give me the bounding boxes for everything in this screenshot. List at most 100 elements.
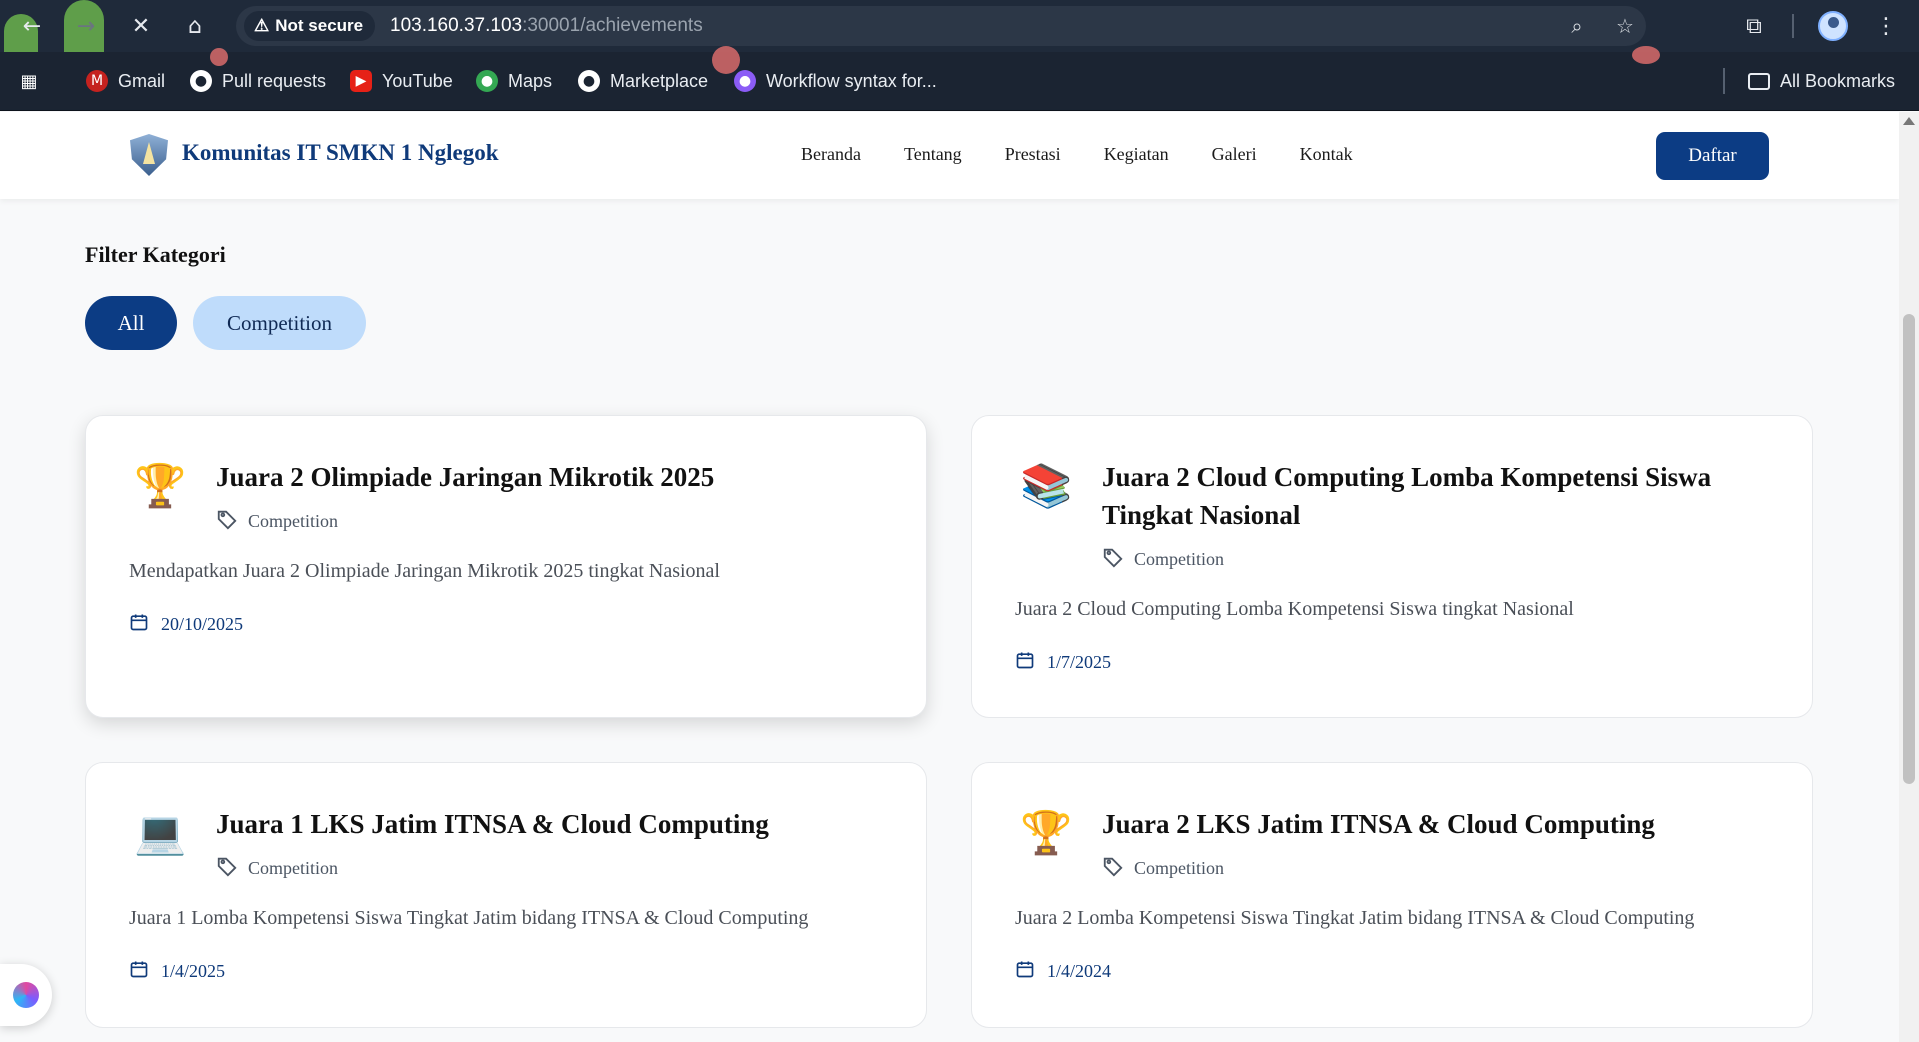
extensions-icon[interactable]: ⧉ bbox=[1738, 10, 1770, 42]
daftar-button[interactable]: Daftar bbox=[1656, 132, 1769, 180]
bookmark-label: Maps bbox=[508, 70, 553, 91]
browser-toolbar: ← → ✕ ⌂ ⚠ Not secure 103.160.37.103:3000… bbox=[0, 0, 1919, 90]
gmail-icon: M bbox=[86, 70, 108, 92]
github-icon: ● bbox=[734, 70, 756, 92]
bookmark-label: Pull requests bbox=[222, 70, 327, 91]
achievement-category: Competition bbox=[216, 508, 338, 535]
bookmark-label: Gmail bbox=[118, 70, 166, 91]
url-text[interactable]: 103.160.37.103:30001/achievements bbox=[390, 6, 703, 46]
bookmarks-divider bbox=[1723, 68, 1725, 94]
achievement-description: Juara 2 Lomba Kompetensi Siswa Tingkat J… bbox=[1015, 907, 1695, 929]
brand-name[interactable]: Komunitas IT SMKN 1 Nglegok bbox=[182, 140, 499, 166]
achievement-title: Juara 2 LKS Jatim ITNSA & Cloud Computin… bbox=[1102, 809, 1655, 839]
scrollbar-thumb[interactable] bbox=[1903, 314, 1915, 784]
url-host: 103.160.37.103 bbox=[390, 15, 523, 36]
nav-galeri[interactable]: Galeri bbox=[1212, 144, 1257, 165]
all-bookmarks-label: All Bookmarks bbox=[1780, 70, 1896, 91]
all-bookmarks-button[interactable]: All Bookmarks bbox=[1748, 66, 1895, 96]
calendar-icon bbox=[1015, 959, 1035, 984]
theme-decoration bbox=[210, 48, 228, 66]
zoom-icon[interactable]: ⌕ bbox=[1562, 11, 1592, 41]
laptop-icon: 💻 bbox=[134, 808, 187, 857]
calendar-icon bbox=[129, 612, 149, 637]
bookmark-youtube[interactable]: ▶ YouTube bbox=[350, 66, 453, 96]
youtube-icon: ▶ bbox=[350, 70, 372, 92]
achievement-date: 1/4/2024 bbox=[1015, 959, 1111, 984]
assistant-extension-button[interactable] bbox=[0, 964, 52, 1026]
date-label: 1/7/2025 bbox=[1047, 652, 1112, 672]
bookmark-star-icon[interactable]: ☆ bbox=[1610, 11, 1640, 41]
bookmark-label: Workflow syntax for... bbox=[766, 70, 937, 91]
achievement-description: Mendapatkan Juara 2 Olimpiade Jaringan M… bbox=[129, 560, 720, 582]
nav-beranda[interactable]: Beranda bbox=[801, 144, 861, 165]
bookmark-label: YouTube bbox=[382, 70, 453, 91]
achievement-date: 1/4/2025 bbox=[129, 959, 225, 984]
date-label: 1/4/2025 bbox=[161, 961, 226, 981]
achievement-card[interactable]: 🏆 Juara 2 Olimpiade Jaringan Mikrotik 20… bbox=[85, 415, 927, 718]
achievement-date: 1/7/2025 bbox=[1015, 650, 1111, 675]
filter-chip-all[interactable]: All bbox=[85, 296, 177, 350]
warning-icon: ⚠ bbox=[254, 16, 270, 35]
trophy-icon: 🏆 bbox=[134, 461, 187, 510]
achievement-date: 20/10/2025 bbox=[129, 612, 243, 637]
address-bar[interactable]: ⚠ Not secure 103.160.37.103:30001/achiev… bbox=[236, 6, 1646, 46]
brain-icon bbox=[13, 982, 39, 1008]
bookmark-label: Marketplace bbox=[610, 70, 709, 91]
tag-icon bbox=[216, 855, 238, 882]
filter-title: Filter Kategori bbox=[85, 242, 226, 267]
forward-button[interactable]: → bbox=[70, 10, 102, 42]
achievement-title: Juara 1 LKS Jatim ITNSA & Cloud Computin… bbox=[216, 809, 769, 839]
achievement-title: Juara 2 Olimpiade Jaringan Mikrotik 2025 bbox=[216, 462, 715, 492]
nav-kegiatan[interactable]: Kegiatan bbox=[1104, 144, 1169, 165]
date-label: 1/4/2024 bbox=[1047, 961, 1112, 981]
folder-icon bbox=[1748, 72, 1770, 90]
category-label: Competition bbox=[1134, 549, 1224, 569]
filter-chip-competition[interactable]: Competition bbox=[193, 296, 366, 350]
books-icon: 📚 bbox=[1020, 461, 1073, 510]
nav-prestasi[interactable]: Prestasi bbox=[1005, 144, 1061, 165]
achievement-category: Competition bbox=[1102, 546, 1224, 573]
apps-icon[interactable]: ▦ bbox=[18, 66, 40, 96]
achievement-card[interactable]: 📚 Juara 2 Cloud Computing Lomba Kompeten… bbox=[971, 415, 1813, 718]
profile-avatar[interactable] bbox=[1818, 11, 1848, 41]
tag-icon bbox=[1102, 855, 1124, 882]
bookmark-marketplace[interactable]: ● Marketplace bbox=[578, 66, 708, 96]
nav-kontak[interactable]: Kontak bbox=[1300, 144, 1353, 165]
tag-icon bbox=[1102, 546, 1124, 573]
category-label: Competition bbox=[1134, 858, 1224, 878]
tag-icon bbox=[216, 508, 238, 535]
github-icon: ● bbox=[190, 70, 212, 92]
category-label: Competition bbox=[248, 511, 338, 531]
security-label: Not secure bbox=[275, 16, 364, 35]
github-icon: ● bbox=[578, 70, 600, 92]
achievement-category: Competition bbox=[1102, 855, 1224, 882]
theme-decoration bbox=[1632, 46, 1660, 64]
achievement-description: Juara 1 Lomba Kompetensi Siswa Tingkat J… bbox=[129, 907, 809, 929]
stop-loading-button[interactable]: ✕ bbox=[125, 10, 157, 42]
achievement-card[interactable]: 💻 Juara 1 LKS Jatim ITNSA & Cloud Comput… bbox=[85, 762, 927, 1028]
school-logo[interactable] bbox=[130, 134, 168, 176]
menu-icon[interactable]: ⋮ bbox=[1870, 10, 1902, 42]
trophy-icon: 🏆 bbox=[1020, 808, 1073, 857]
toolbar-divider bbox=[1792, 14, 1794, 38]
back-button[interactable]: ← bbox=[16, 10, 48, 42]
bookmark-maps[interactable]: ● Maps bbox=[476, 66, 552, 96]
calendar-icon bbox=[1015, 650, 1035, 675]
bookmark-pull-requests[interactable]: ● Pull requests bbox=[190, 66, 326, 96]
nav-tentang[interactable]: Tentang bbox=[904, 144, 962, 165]
calendar-icon bbox=[129, 959, 149, 984]
site-header: Komunitas IT SMKN 1 Nglegok Beranda Tent… bbox=[0, 112, 1899, 199]
maps-icon: ● bbox=[476, 70, 498, 92]
site-info-button[interactable]: ⚠ Not secure bbox=[244, 11, 376, 41]
bookmark-gmail[interactable]: M Gmail bbox=[86, 66, 165, 96]
scroll-up-arrow[interactable] bbox=[1903, 117, 1915, 125]
achievement-title: Juara 2 Cloud Computing Lomba Kompetensi… bbox=[1102, 462, 1712, 530]
category-label: Competition bbox=[248, 858, 338, 878]
date-label: 20/10/2025 bbox=[161, 614, 244, 634]
achievement-category: Competition bbox=[216, 855, 338, 882]
achievement-card[interactable]: 🏆 Juara 2 LKS Jatim ITNSA & Cloud Comput… bbox=[971, 762, 1813, 1028]
main-nav: Beranda Tentang Prestasi Kegiatan Galeri… bbox=[801, 144, 1353, 165]
bookmark-workflow-syntax[interactable]: ● Workflow syntax for... bbox=[734, 66, 937, 96]
home-button[interactable]: ⌂ bbox=[179, 10, 211, 42]
achievement-description: Juara 2 Cloud Computing Lomba Kompetensi… bbox=[1015, 598, 1574, 620]
